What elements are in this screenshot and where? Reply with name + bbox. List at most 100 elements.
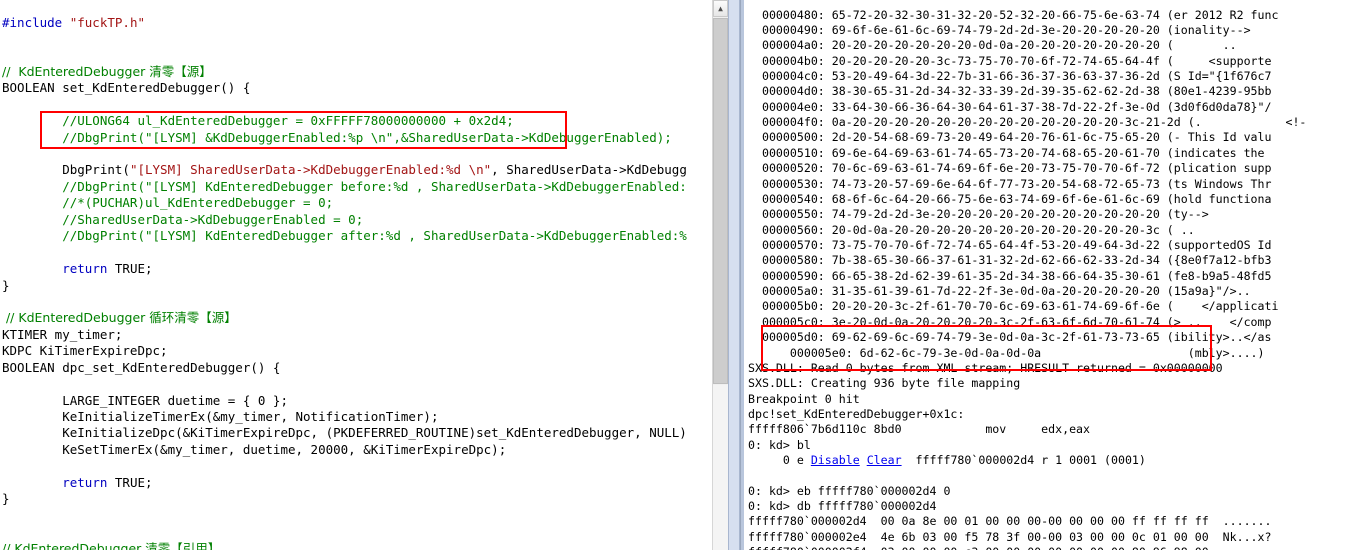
source-editor-pane[interactable]: #include "fuckTP.h" // KdEnteredDebugger… [0,0,728,550]
pane-splitter[interactable] [728,0,740,550]
code-line: // KdEnteredDebugger 清零【源】 [2,64,725,80]
code-line: //*(PUCHAR)ul_KdEnteredDebugger = 0; [2,195,725,211]
debugger-line: 00000540: 68-6f-6c-64-20-66-75-6e-63-74-… [748,191,1272,206]
code-token: //*(PUCHAR)ul_KdEnteredDebugger = 0; [2,195,334,211]
code-line: // KdEnteredDebugger 循环清零【源】 [2,310,725,326]
debugger-line: SXS.DLL: Read 0 bytes from XML stream; H… [748,360,1223,375]
code-token: //ULONG64 ul_KdEnteredDebugger = 0xFFFFF… [2,113,514,129]
debugger-line: 000005c0: 3e-20-0d-0a-20-20-20-20-3c-2f-… [748,314,1272,329]
code-line: LARGE_INTEGER duetime = { 0 }; [2,393,725,409]
debugger-line: 0: kd> bl [748,437,811,452]
code-token: return [62,474,108,490]
debugger-output-inner: 00000480: 65-72-20-32-30-31-32-20-52-32-… [741,0,1366,550]
code-line: BOOLEAN dpc_set_KdEnteredDebugger() { [2,360,725,376]
debugger-line: 000005a0: 31-35-61-39-61-7d-22-2f-3e-0d-… [748,284,1251,299]
code-token: BOOLEAN dpc_set_KdEnteredDebugger() { [2,359,281,375]
code-line: #include "fuckTP.h" [2,15,725,31]
code-line: // KdEnteredDebugger 清零【引用】 [2,541,725,550]
code-token: // KdEnteredDebugger 清零【引用】 [2,540,221,550]
code-line: KeInitializeTimerEx(&my_timer, Notificat… [2,409,725,425]
debugger-line: dpc!set_KdEnteredDebugger+0x1c: [748,406,965,421]
debugger-command-link[interactable]: Clear [867,453,902,467]
debugger-line: 00000580: 7b-38-65-30-66-37-61-31-32-2d-… [748,253,1272,268]
debugger-line: 000005b0: 20-20-20-3c-2f-61-70-70-6c-69-… [748,299,1279,314]
debugger-command-link[interactable]: Disable [811,453,860,467]
code-token: KDPC KiTimerExpireDpc; [2,343,168,359]
code-token: //DbgPrint("[LYSM] KdEnteredDebugger aft… [2,228,687,244]
code-token: TRUE; [107,261,153,277]
code-token: #include [2,14,70,30]
code-token: KeInitializeTimerEx(&my_timer, Notificat… [2,409,439,424]
scrollbar-thumb[interactable] [713,18,728,384]
debugger-line: 000004b0: 20-20-20-20-20-3c-73-75-70-70-… [748,53,1272,68]
code-token: // KdEnteredDebugger 清零【源】 [2,63,212,79]
scrollbar-track[interactable] [713,385,728,550]
code-line: return TRUE; [2,475,725,491]
debugger-output-pane[interactable]: 00000480: 65-72-20-32-30-31-32-20-52-32-… [740,0,1366,550]
debugger-line: 00000570: 73-75-70-70-6f-72-74-65-64-4f-… [748,237,1272,252]
debugger-line: 0: kd> eb fffff780`000002d4 0 [748,483,951,498]
code-token: KeInitializeDpc(&KiTimerExpireDpc, (PKDE… [2,425,687,441]
code-token: //DbgPrint("[LYSM] &KdDebuggerEnabled:%p… [2,129,672,145]
debugger-line: 000004e0: 33-64-30-66-36-64-30-64-61-37-… [748,99,1272,114]
debugger-line: 000004c0: 53-20-49-64-3d-22-7b-31-66-36-… [748,69,1272,84]
code-line: KDPC KiTimerExpireDpc; [2,343,725,359]
code-token: TRUE; [107,474,153,490]
debugger-line: 00000490: 69-6f-6e-61-6c-69-74-79-2d-2d-… [748,22,1251,37]
debugger-line: SXS.DLL: Creating 936 byte file mapping [748,376,1021,391]
code-token: "[LYSM] SharedUserData->KdDebuggerEnable… [129,162,492,178]
code-line: //SharedUserData->KdDebuggerEnabled = 0; [2,212,725,228]
code-token: //SharedUserData->KdDebuggerEnabled = 0; [2,211,364,227]
code-line: //ULONG64 ul_KdEnteredDebugger = 0xFFFFF… [2,113,725,129]
debugger-line: 00000510: 69-6e-64-69-63-61-74-65-73-20-… [748,145,1272,160]
debugger-line: 000005e0: 6d-62-6c-79-3e-0d-0a-0d-0a (mb… [748,345,1265,360]
debugger-line: fffff780`000002d4 00 0a 8e 00 01 00 00 0… [748,514,1272,529]
code-token: } [2,277,10,293]
code-line: KeSetTimerEx(&my_timer, duetime, 20000, … [2,442,725,458]
code-line: KTIMER my_timer; [2,327,725,343]
code-token: return [62,261,108,277]
code-token: BOOLEAN set_KdEnteredDebugger() { [2,80,251,96]
debugger-line: 00000530: 74-73-20-57-69-6e-64-6f-77-73-… [748,176,1272,191]
debugger-line [748,468,1306,483]
code-line: } [2,491,725,507]
code-line: //DbgPrint("[LYSM] KdEnteredDebugger bef… [2,179,725,195]
debugger-line: 000005d0: 69-62-69-6c-69-74-79-3e-0d-0a-… [748,330,1272,345]
code-line: //DbgPrint("[LYSM] KdEnteredDebugger aft… [2,228,725,244]
debugger-line: Breakpoint 0 hit [748,391,860,406]
scroll-up-button[interactable]: ▲ [713,0,728,17]
code-token: KeSetTimerEx(&my_timer, duetime, 20000, … [2,441,507,457]
debugger-line: 0: kd> db fffff780`000002d4 [748,499,937,514]
application-window: #include "fuckTP.h" // KdEnteredDebugger… [0,0,1366,550]
code-token: DbgPrint( [2,162,130,178]
debugger-line: 00000500: 2d-20-54-68-69-73-20-49-64-20-… [748,130,1272,145]
source-code-text[interactable]: #include "fuckTP.h" // KdEnteredDebugger… [0,13,725,550]
debugger-line: 00000560: 20-0d-0a-20-20-20-20-20-20-20-… [748,222,1195,237]
code-token: LARGE_INTEGER duetime = { 0 }; [2,392,288,408]
debugger-line: 000004a0: 20-20-20-20-20-20-20-0d-0a-20-… [748,38,1237,53]
debugger-line: fffff780`000002e4 4e 6b 03 00 f5 78 3f 0… [748,529,1272,544]
code-token: , SharedUserData->KdDebugg [491,162,687,178]
code-token: "fuckTP.h" [69,14,145,30]
debugger-output-text[interactable]: 00000480: 65-72-20-32-30-31-32-20-52-32-… [748,8,1306,550]
debugger-line: 000004d0: 38-30-65-31-2d-34-32-33-39-2d-… [748,84,1272,99]
code-token: KTIMER my_timer; [2,326,123,342]
debugger-line: fffff806`7b6d110c 8bd0 mov edx,eax [748,422,1091,437]
debugger-line: 00000550: 74-79-2d-2d-3e-20-20-20-20-20-… [748,207,1209,222]
debugger-line: 00000590: 66-65-38-2d-62-39-61-35-2d-34-… [748,268,1272,283]
code-line: DbgPrint("[LYSM] SharedUserData->KdDebug… [2,162,725,178]
debugger-line: 00000480: 65-72-20-32-30-31-32-20-52-32-… [748,7,1279,22]
chevron-up-icon: ▲ [718,3,723,13]
editor-vertical-scrollbar[interactable]: ▲ [712,0,728,550]
debugger-line: 0 e Disable Clear fffff780`000002d4 r 1 … [748,453,1146,468]
